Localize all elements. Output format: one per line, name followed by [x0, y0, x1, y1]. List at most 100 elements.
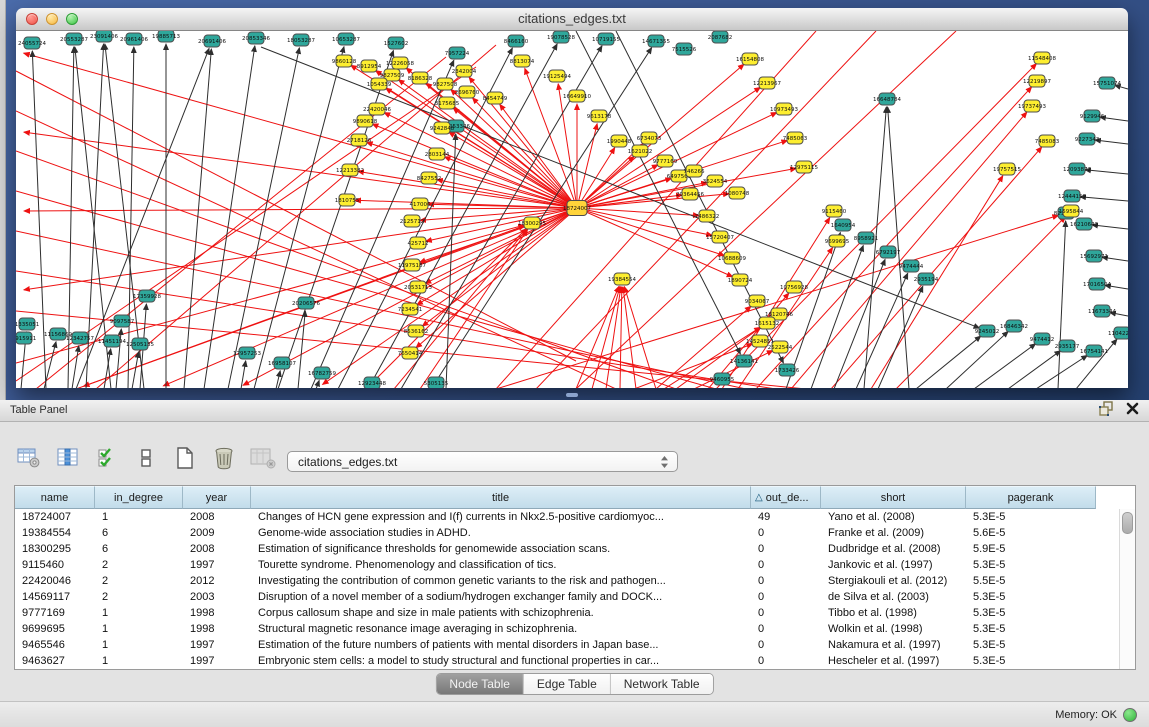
tab-node-table[interactable]: Node Table	[436, 674, 524, 694]
graph-node[interactable]: 10756928	[780, 281, 808, 293]
graph-node[interactable]: 9129946	[1080, 110, 1105, 122]
graph-node[interactable]: 15751074	[1093, 77, 1121, 89]
graph-node[interactable]: 8958921	[854, 232, 879, 244]
citation-edge-red[interactable]	[366, 229, 526, 388]
graph-node[interactable]: 9227343	[1075, 133, 1100, 145]
graph-node[interactable]: 9115460	[822, 205, 847, 217]
graph-node[interactable]: 17359928	[133, 290, 161, 302]
citation-edge-red[interactable]	[420, 230, 528, 388]
citation-edge-red[interactable]	[576, 286, 619, 388]
close-window-icon[interactable]	[26, 13, 38, 25]
graph-node[interactable]: 9613178	[587, 110, 612, 122]
citation-edge-black[interactable]	[878, 286, 923, 388]
window-titlebar[interactable]: citations_edges.txt	[16, 8, 1128, 31]
graph-node[interactable]: 2935177	[1055, 340, 1080, 352]
graph-node[interactable]: 18724007	[563, 201, 591, 216]
column-header-title[interactable]: title	[251, 486, 751, 509]
graph-node[interactable]: 1335051	[16, 318, 39, 330]
citation-edge-black[interactable]	[811, 246, 863, 388]
graph-node[interactable]: 7515526	[672, 43, 697, 55]
citation-edge-black[interactable]	[834, 259, 885, 388]
graph-node[interactable]: 16210643	[1070, 218, 1098, 230]
column-header-out_de[interactable]: △out_de...	[751, 486, 821, 509]
graph-node[interactable]: 11548408	[1028, 52, 1056, 64]
citation-edge-black[interactable]	[298, 311, 305, 388]
float-panel-icon[interactable]	[1099, 401, 1114, 421]
graph-node[interactable]: 2935194	[914, 273, 939, 285]
column-header-in_degree[interactable]: in_degree	[95, 486, 183, 509]
show-columns-checks-icon[interactable]	[94, 445, 120, 471]
network-canvas[interactable]: 2405572420553287230914062096140619885713…	[16, 31, 1128, 388]
table-row[interactable]: 2242004622012Investigating the contribut…	[15, 573, 1135, 589]
table-row[interactable]: 969969511998Structural magnetic resonanc…	[15, 621, 1135, 637]
graph-node[interactable]: 9097587	[110, 315, 135, 327]
graph-node[interactable]: 9699695	[825, 235, 850, 247]
citation-edge-black[interactable]	[44, 342, 56, 388]
column-header-year[interactable]: year	[183, 486, 251, 509]
citation-edge-black[interactable]	[261, 47, 980, 328]
graph-node[interactable]: 20553287	[60, 33, 88, 45]
graph-node[interactable]: 16846342	[1000, 320, 1028, 332]
graph-node[interactable]: 417006	[410, 198, 431, 210]
graph-node[interactable]: 24055724	[18, 37, 46, 49]
graph-node[interactable]: 15692971	[1080, 250, 1108, 262]
citation-edge-black[interactable]	[228, 48, 299, 388]
citation-edge-black[interactable]	[1080, 197, 1128, 201]
citation-edge-red[interactable]	[634, 344, 753, 388]
graph-node[interactable]: 8912954	[357, 60, 382, 72]
graph-node[interactable]: 12975115	[790, 161, 818, 173]
citation-edge-black[interactable]	[1085, 170, 1128, 174]
citation-edge-red[interactable]	[426, 208, 577, 241]
citation-edge-black[interactable]	[128, 47, 134, 388]
zoom-window-icon[interactable]	[66, 13, 78, 25]
graph-node[interactable]: 9860128	[332, 55, 357, 67]
citation-edge-red[interactable]	[444, 157, 577, 208]
minimize-window-icon[interactable]	[46, 13, 58, 25]
citation-edge-black[interactable]	[76, 48, 209, 388]
citation-edge-red[interactable]	[16, 191, 716, 388]
citation-edge-black[interactable]	[974, 344, 1036, 388]
graph-node[interactable]: 1640954	[831, 219, 856, 231]
citation-edge-black[interactable]	[254, 47, 344, 388]
graph-node[interactable]: 8536162	[404, 325, 429, 337]
graph-node[interactable]: 20206576	[292, 297, 320, 309]
graph-node[interactable]: 14671355	[642, 35, 670, 47]
graph-node[interactable]: 19078528	[547, 31, 575, 43]
graph-node[interactable]: 8186328	[408, 72, 433, 84]
graph-node[interactable]: 1733426	[775, 364, 800, 376]
citation-edge-black[interactable]	[1008, 351, 1061, 388]
graph-node[interactable]: 8813074	[510, 55, 535, 67]
select-columns-icon[interactable]	[55, 445, 81, 471]
column-header-short[interactable]: short	[821, 486, 966, 509]
graph-node[interactable]: 11975187	[398, 259, 426, 271]
graph-node[interactable]: 19384554	[608, 273, 636, 285]
graph-node[interactable]: 6734073	[637, 132, 662, 144]
citation-edge-red[interactable]	[620, 287, 622, 388]
close-panel-icon[interactable]	[1126, 402, 1139, 420]
graph-node[interactable]: 2087682	[708, 31, 733, 43]
graph-node[interactable]: 12923448	[358, 377, 386, 388]
citation-edge-black[interactable]	[72, 346, 79, 388]
graph-node[interactable]: 16649910	[563, 90, 591, 102]
graph-node[interactable]: 19757515	[993, 163, 1021, 175]
graph-node[interactable]: 425712	[408, 237, 429, 249]
graph-node[interactable]: 19737493	[1018, 100, 1046, 112]
citation-edge-red[interactable]	[831, 147, 1042, 388]
graph-node[interactable]: 12505135	[126, 338, 154, 350]
graph-node[interactable]: 20961406	[120, 33, 148, 45]
graph-node[interactable]: 17016504	[1083, 278, 1111, 290]
table-row[interactable]: 1830029562008Estimation of significance …	[15, 541, 1135, 557]
citation-edge-red[interactable]	[896, 217, 1065, 388]
table-row[interactable]: 977716911998Corpus callosum shape and si…	[15, 605, 1135, 621]
graph-node[interactable]: 3624554	[703, 175, 728, 187]
citation-edge-black[interactable]	[316, 380, 319, 388]
table-row[interactable]: 911546021997Tourette syndrome. Phenomeno…	[15, 557, 1135, 573]
graph-node[interactable]: 11042213	[1108, 327, 1128, 339]
new-document-icon[interactable]	[172, 445, 198, 471]
graph-node[interactable]: 19885713	[152, 31, 180, 42]
graph-node[interactable]: 9827508	[433, 78, 458, 90]
graph-node[interactable]: 18053287	[287, 34, 315, 46]
delete-table-icon[interactable]	[211, 445, 237, 471]
table-source-dropdown[interactable]: citations_edges.txt	[287, 451, 678, 472]
citation-edge-black[interactable]	[1058, 221, 1066, 388]
